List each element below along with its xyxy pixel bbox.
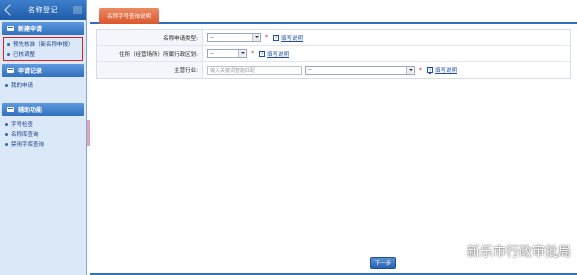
sidebar: 名称登记 新建申请 预先核准（新名称申报） 已核调整 申请记录 我的申请 辅助功… — [0, 0, 87, 275]
sidebar-title: 名称登记 — [28, 6, 58, 14]
bullet-icon — [5, 142, 8, 146]
section-new-application[interactable]: 新建申请 — [2, 22, 84, 35]
bullet-icon — [5, 83, 8, 87]
region-select[interactable]: -- — [207, 49, 247, 58]
industry-keyword-input[interactable]: 输入关键词智能匹配 — [207, 65, 302, 75]
sidebar-item-name-library[interactable]: 名称库查询 — [5, 129, 86, 139]
application-type-select[interactable]: -- — [207, 33, 261, 42]
chevron-down-icon — [406, 66, 413, 74]
sidebar-item-banned-words[interactable]: 禁用字库查询 — [5, 139, 86, 149]
form-row-region: 住所（经营场所）所属行政区划: -- * ? 填写说明 — [97, 46, 570, 62]
watermark-text: 新乐市行政审批局 — [466, 245, 571, 260]
bullet-icon — [5, 122, 8, 126]
section-title: 新建申请 — [18, 26, 43, 33]
form-row-application-type: 名称申请类型: -- * ? 填写说明 — [97, 30, 570, 46]
watermark: 新乐市行政审批局 — [442, 241, 571, 260]
select-value: -- — [210, 34, 214, 41]
sidebar-list: 我的申请 — [0, 77, 86, 93]
chevron-down-icon — [238, 50, 245, 57]
help-icon: ? — [427, 67, 433, 73]
sidebar-header: 名称登记 — [0, 0, 86, 20]
header-badge-icon — [73, 6, 82, 14]
chevron-down-icon — [252, 34, 259, 41]
required-mark: * — [265, 34, 268, 41]
sidebar-item-label: 已核调整 — [13, 52, 36, 58]
sidebar-item-name-check[interactable]: 字号检查 — [5, 119, 86, 129]
application-form: 名称申请类型: -- * ? 填写说明 住所（经营场所）所属行政区划: -- *… — [96, 29, 571, 79]
sidebar-list: 字号检查 名称库查询 禁用字库查询 — [0, 116, 86, 152]
field-label: 住所（经营场所）所属行政区划: — [97, 46, 203, 61]
sidebar-item-label: 字号检查 — [11, 122, 34, 128]
sidebar-item-label: 预先核准（新名称申报） — [13, 42, 74, 48]
help-link[interactable]: ? 填写说明 — [259, 50, 289, 58]
select-value: -- — [308, 67, 312, 73]
help-icon: ? — [259, 50, 265, 57]
section-title: 辅助功能 — [18, 107, 43, 114]
select-value: -- — [210, 50, 214, 57]
form-row-industry: 主营行业: 输入关键词智能匹配 -- * ? 填写说明 — [97, 62, 570, 78]
fold-icon — [7, 68, 14, 73]
wechat-icon — [442, 243, 462, 258]
highlight-box: 预先核准（新名称申报） 已核调整 — [3, 37, 83, 61]
sidebar-item-label: 禁用字库查询 — [11, 142, 45, 148]
tab-bar: 名称字号查询说明 — [90, 0, 577, 24]
field-label: 名称申请类型: — [97, 30, 203, 45]
bullet-icon — [7, 52, 10, 56]
help-text: 填写说明 — [267, 51, 290, 58]
tab-name-query-guide[interactable]: 名称字号查询说明 — [99, 8, 159, 24]
collapse-icon[interactable] — [4, 4, 16, 16]
section-application-records[interactable]: 申请记录 — [2, 64, 84, 77]
help-text: 填写说明 — [281, 35, 304, 42]
next-step-button[interactable]: 下一步 — [370, 257, 396, 269]
field-label: 主营行业: — [97, 62, 203, 78]
section-title: 申请记录 — [18, 68, 43, 75]
sidebar-item-adjustment[interactable]: 已核调整 — [7, 49, 82, 59]
required-mark: * — [419, 66, 422, 74]
help-text: 填写说明 — [435, 68, 458, 74]
fold-icon — [7, 107, 14, 112]
help-icon: ? — [273, 34, 279, 41]
sidebar-item-label: 我的申请 — [11, 83, 34, 89]
fold-icon — [7, 26, 14, 31]
bullet-icon — [5, 132, 8, 136]
main-panel: 名称字号查询说明 名称申请类型: -- * ? 填写说明 住所（经营场所）所属行… — [90, 0, 577, 275]
help-link[interactable]: ? 填写说明 — [273, 34, 303, 42]
section-auxiliary-functions[interactable]: 辅助功能 — [2, 103, 84, 116]
bullet-icon — [7, 42, 10, 46]
required-mark: * — [251, 50, 254, 57]
sidebar-item-label: 名称库查询 — [11, 132, 39, 138]
sidebar-item-my-applications[interactable]: 我的申请 — [5, 80, 86, 90]
industry-select[interactable]: -- — [305, 65, 415, 75]
sidebar-item-pre-approval[interactable]: 预先核准（新名称申报） — [7, 39, 82, 49]
help-link[interactable]: ? 填写说明 — [427, 66, 457, 74]
